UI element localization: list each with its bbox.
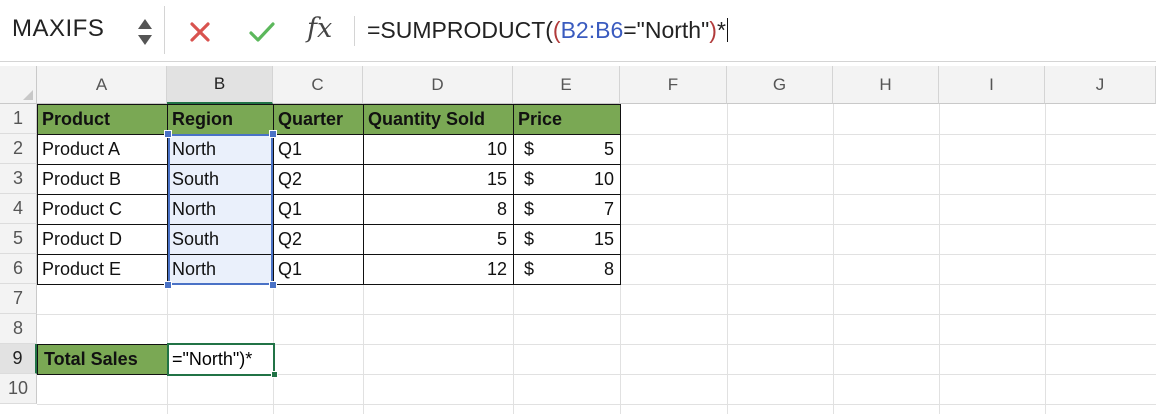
currency-symbol: $ [524, 229, 535, 249]
cell-price[interactable]: $7 [513, 194, 621, 225]
fill-handle[interactable] [271, 371, 278, 378]
column-header-c[interactable]: C [273, 66, 363, 104]
column-header-b[interactable]: B [167, 66, 273, 104]
row-header-7[interactable]: 7 [0, 284, 37, 314]
row-header-2[interactable]: 2 [0, 134, 37, 164]
text-caret [726, 18, 729, 42]
total-sales-label[interactable]: Total Sales [37, 344, 168, 375]
gridline-vertical [833, 104, 834, 414]
formula-part-paren: ) [709, 17, 717, 43]
price-value: 10 [593, 169, 614, 189]
currency-symbol: $ [524, 259, 535, 279]
header-cell-price[interactable]: Price [513, 104, 621, 135]
formula-part-plain: =SUMPRODUCT( [367, 17, 553, 43]
price-value: 8 [603, 259, 614, 279]
column-header-f[interactable]: F [620, 66, 727, 104]
price-value: 7 [603, 199, 614, 219]
cell-price[interactable]: $8 [513, 254, 621, 285]
cell-quarter[interactable]: Q2 [273, 224, 364, 255]
gridline-horizontal [37, 314, 1156, 315]
cell-quantity-sold[interactable]: 12 [363, 254, 514, 285]
cell-quarter[interactable]: Q1 [273, 254, 364, 285]
gridline-vertical [727, 104, 728, 414]
row-header-8[interactable]: 8 [0, 314, 37, 344]
cell-quarter[interactable]: Q1 [273, 134, 364, 165]
formula-part-paren: ( [552, 17, 561, 43]
row-header-6[interactable]: 6 [0, 254, 37, 284]
gridline-horizontal [37, 404, 1156, 405]
column-header-a[interactable]: A [37, 66, 167, 104]
column-header-h[interactable]: H [833, 66, 939, 104]
column-header-i[interactable]: I [939, 66, 1045, 104]
column-header-g[interactable]: G [727, 66, 833, 104]
cell-quantity-sold[interactable]: 15 [363, 164, 514, 195]
cell-price[interactable]: $5 [513, 134, 621, 165]
chevron-up-icon[interactable] [138, 19, 152, 29]
range-resize-handle[interactable] [269, 130, 277, 138]
chevron-down-icon[interactable] [138, 35, 152, 45]
cell-quarter[interactable]: Q2 [273, 164, 364, 195]
column-header-e[interactable]: E [513, 66, 620, 104]
cell-product[interactable]: Product E [37, 254, 168, 285]
formula-part-plain: ="North" [623, 17, 710, 43]
currency-symbol: $ [524, 169, 535, 189]
row-header-10[interactable]: 10 [0, 374, 37, 404]
enter-checkmark-icon[interactable] [246, 18, 278, 46]
select-all-corner[interactable] [0, 66, 37, 104]
gridline-vertical [1045, 104, 1046, 414]
cancel-icon[interactable] [186, 18, 214, 46]
name-box[interactable]: MAXIFS [0, 6, 165, 54]
row-header-4[interactable]: 4 [0, 194, 37, 224]
column-header-d[interactable]: D [363, 66, 513, 104]
cell-quarter[interactable]: Q1 [273, 194, 364, 225]
cell-product[interactable]: Product A [37, 134, 168, 165]
cell-quantity-sold[interactable]: 10 [363, 134, 514, 165]
cell-quantity-sold[interactable]: 8 [363, 194, 514, 225]
name-box-value: MAXIFS [12, 15, 105, 42]
formula-part-ref: B2:B6 [560, 17, 624, 43]
cell-product[interactable]: Product D [37, 224, 168, 255]
formula-part-plain: * [716, 17, 726, 43]
name-box-stepper-icon[interactable] [135, 16, 155, 48]
spreadsheet-grid[interactable]: ABCDEFGHIJ 1 2 3 4 5 6 7 8 9 10 Product Region Quar… [0, 66, 1156, 414]
formula-input[interactable]: =SUMPRODUCT((B2:B6="North")* [367, 17, 729, 44]
select-all-icon [23, 90, 33, 100]
cell-product[interactable]: Product B [37, 164, 168, 195]
row-header-3[interactable]: 3 [0, 164, 37, 194]
range-highlight-b2-b6 [168, 134, 273, 285]
header-cell-quantity-sold[interactable]: Quantity Sold [363, 104, 514, 135]
active-cell-editor[interactable]: ="North")* [167, 343, 275, 376]
cell-price[interactable]: $10 [513, 164, 621, 195]
header-cell-quarter[interactable]: Quarter [273, 104, 364, 135]
column-header-j[interactable]: J [1045, 66, 1156, 104]
insert-function-icon[interactable]: fx [307, 13, 332, 44]
gridline-vertical [939, 104, 940, 414]
cell-product[interactable]: Product C [37, 194, 168, 225]
row-header-1[interactable]: 1 [0, 104, 37, 134]
range-resize-handle[interactable] [164, 281, 172, 289]
currency-symbol: $ [524, 139, 535, 159]
formula-separator [354, 16, 355, 46]
price-value: 15 [593, 229, 614, 249]
cell-quantity-sold[interactable]: 5 [363, 224, 514, 255]
price-value: 5 [603, 139, 614, 159]
row-header-9[interactable]: 9 [0, 344, 37, 374]
header-cell-product[interactable]: Product [37, 104, 168, 135]
range-resize-handle[interactable] [164, 130, 172, 138]
formula-bar: MAXIFS fx =SUMPRODUCT((B2:B6="North")* [0, 0, 1156, 62]
row-header-5[interactable]: 5 [0, 224, 37, 254]
cell-price[interactable]: $15 [513, 224, 621, 255]
header-cell-region[interactable]: Region [167, 104, 274, 135]
currency-symbol: $ [524, 199, 535, 219]
range-resize-handle[interactable] [269, 281, 277, 289]
